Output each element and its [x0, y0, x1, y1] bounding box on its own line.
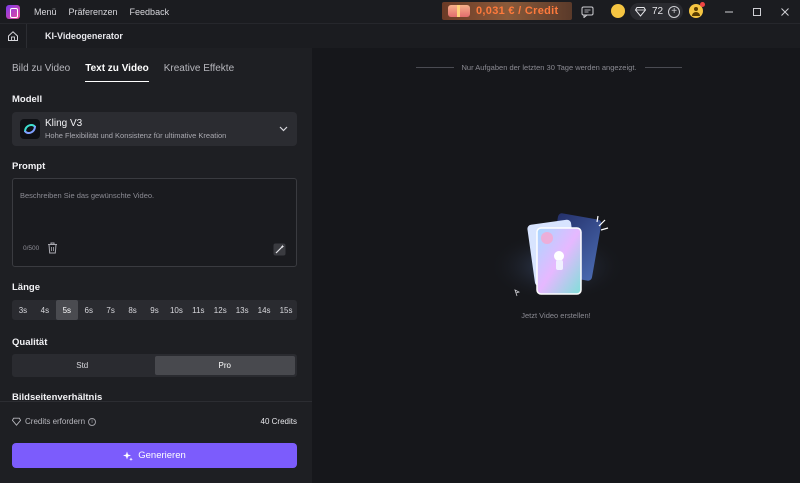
credits-required-row: Credits erfordern i 40 Credits	[12, 417, 297, 426]
credits-required-value: 40 Credits	[260, 417, 297, 426]
generate-button[interactable]: Generieren	[12, 443, 297, 468]
model-label: Modell	[12, 94, 43, 105]
settings-panel: Bild zu Video Text zu Video Kreative Eff…	[0, 48, 312, 483]
page-title: KI-Videogenerator	[45, 31, 123, 41]
model-name: Kling V3	[45, 118, 83, 129]
length-option[interactable]: 15s	[275, 300, 297, 320]
info-icon[interactable]: i	[88, 417, 97, 426]
credits-required-label: Credits erfordern	[25, 417, 86, 426]
tab-creative-effects[interactable]: Kreative Effekte	[164, 63, 234, 82]
credits-promo-banner[interactable]: 0,031 € / Credit	[442, 2, 572, 20]
length-option-selected[interactable]: 5s	[55, 300, 78, 320]
results-panel: Nur Aufgaben der letzten 30 Tage werden …	[312, 48, 800, 483]
notice-divider-left	[416, 67, 454, 68]
empty-state-illustration	[489, 213, 625, 299]
empty-state-text: Jetzt Video erstellen!	[521, 311, 591, 320]
generate-button-label: Generieren	[138, 450, 186, 461]
prompt-char-count: 0/500	[23, 245, 40, 252]
credits-price-text: 0,031 € / Credit	[476, 5, 559, 17]
length-option[interactable]: 3s	[12, 300, 34, 320]
close-button[interactable]	[776, 3, 794, 20]
menu-item-menu[interactable]: Menü	[34, 7, 57, 17]
magic-wand-icon[interactable]	[273, 243, 286, 256]
trash-icon[interactable]	[47, 242, 58, 254]
length-option[interactable]: 13s	[231, 300, 253, 320]
model-description: Hohe Flexibilität und Konsistenz für ult…	[45, 131, 227, 140]
prompt-placeholder: Beschreiben Sie das gewünschte Video.	[20, 191, 155, 200]
prompt-label: Prompt	[12, 161, 46, 172]
app-logo	[6, 4, 20, 19]
kling-logo-icon	[20, 119, 40, 139]
quality-selector: Std Pro	[12, 354, 297, 377]
header-bar: KI-Videogenerator	[0, 23, 800, 49]
length-option[interactable]: 10s	[165, 300, 187, 320]
message-icon[interactable]	[580, 4, 595, 19]
add-gems-icon[interactable]: +	[668, 5, 681, 18]
sparkle-icon	[123, 451, 134, 461]
length-selector: 3s 4s 5s 6s 7s 8s 9s 10s 11s 12s 13s 14s…	[12, 300, 297, 320]
gem-balance[interactable]: 72 +	[630, 3, 683, 20]
title-bar: Menü Präferenzen Feedback 0,031 € / Cred…	[0, 0, 800, 23]
tab-image-to-video[interactable]: Bild zu Video	[12, 63, 70, 82]
length-option[interactable]: 12s	[209, 300, 231, 320]
length-option[interactable]: 8s	[122, 300, 144, 320]
length-option[interactable]: 7s	[100, 300, 122, 320]
gift-icon	[448, 5, 470, 17]
generate-footer: Credits erfordern i 40 Credits Generiere…	[0, 401, 312, 483]
prompt-input[interactable]: Beschreiben Sie das gewünschte Video. 0/…	[12, 178, 297, 267]
gem-count: 72	[652, 6, 664, 17]
history-notice-text: Nur Aufgaben der letzten 30 Tage werden …	[461, 63, 637, 72]
quality-option-pro[interactable]: Pro	[154, 356, 295, 375]
length-option[interactable]: 14s	[253, 300, 275, 320]
minimize-button[interactable]	[720, 3, 738, 20]
model-selector[interactable]: Kling V3 Hohe Flexibilität und Konsisten…	[12, 112, 297, 146]
quality-label: Qualität	[12, 337, 48, 348]
diamond-icon	[12, 417, 21, 426]
coin-icon[interactable]	[611, 4, 625, 18]
menu-item-feedback[interactable]: Feedback	[130, 7, 170, 17]
length-option[interactable]: 9s	[144, 300, 166, 320]
maximize-button[interactable]	[748, 3, 766, 20]
mode-tabs: Bild zu Video Text zu Video Kreative Eff…	[12, 63, 249, 82]
length-option[interactable]: 4s	[34, 300, 56, 320]
history-notice: Nur Aufgaben der letzten 30 Tage werden …	[416, 63, 682, 72]
length-label: Länge	[12, 282, 40, 293]
home-icon[interactable]	[6, 29, 20, 43]
notice-divider-right	[644, 67, 682, 68]
notification-badge	[700, 2, 705, 7]
header-divider	[26, 23, 27, 49]
length-option[interactable]: 11s	[187, 300, 209, 320]
diamond-icon	[635, 6, 646, 17]
tab-text-to-video[interactable]: Text zu Video	[85, 63, 149, 82]
chevron-down-icon	[278, 124, 288, 134]
length-option[interactable]: 6s	[78, 300, 100, 320]
quality-option-std[interactable]: Std	[12, 354, 153, 377]
menu-item-preferences[interactable]: Präferenzen	[69, 7, 118, 17]
